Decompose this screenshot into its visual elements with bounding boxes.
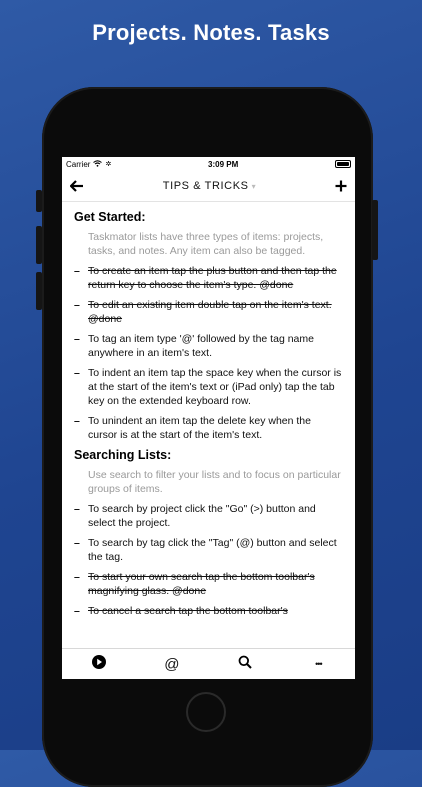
task-text: To search by project click the "Go" (>) …: [88, 503, 316, 529]
task-item[interactable]: – To cancel a search tap the bottom toolb…: [74, 604, 343, 618]
task-dash: –: [74, 503, 80, 515]
project-heading[interactable]: Searching Lists:: [74, 448, 343, 462]
back-arrow-icon[interactable]: [69, 177, 84, 195]
task-dash: –: [74, 571, 80, 583]
status-bar: Carrier ✲ 3:09 PM: [62, 157, 355, 171]
task-text: To create an item tap the plus button an…: [88, 265, 337, 291]
note-item[interactable]: Use search to filter your lists and to f…: [88, 468, 343, 496]
task-text: To start your own search tap the bottom …: [88, 571, 315, 597]
project-heading[interactable]: Get Started:: [74, 210, 343, 224]
task-text: To search by tag click the "Tag" (@) but…: [88, 537, 337, 563]
phone-side-button: [36, 226, 42, 264]
task-item[interactable]: – To create an item tap the plus button a…: [74, 264, 343, 292]
add-item-icon[interactable]: [335, 177, 347, 195]
task-item[interactable]: – To edit an existing item double tap on …: [74, 298, 343, 326]
task-dash: –: [74, 605, 80, 617]
promo-headline: Projects. Notes. Tasks: [92, 20, 330, 45]
tag-button[interactable]: @: [157, 656, 187, 673]
phone-side-button: [36, 272, 42, 310]
chevron-down-icon: ▾: [251, 182, 257, 191]
task-list: Get Started: Taskmator lists have three …: [62, 202, 355, 642]
navigation-bar: TIPS & TRICKS ▾: [62, 171, 355, 202]
task-text: To tag an item type '@' followed by the …: [88, 333, 314, 359]
wifi-icon: [93, 159, 103, 169]
task-dash: –: [74, 537, 80, 549]
task-item[interactable]: – To search by project click the "Go" (>)…: [74, 502, 343, 530]
task-item[interactable]: – To start your own search tap the bottom…: [74, 570, 343, 598]
task-dash: –: [74, 265, 80, 277]
search-icon[interactable]: [230, 655, 260, 673]
nav-title-text: TIPS & TRICKS: [162, 180, 249, 192]
status-time: 3:09 PM: [208, 159, 239, 169]
phone-side-button: [36, 190, 42, 212]
carrier-label: Carrier: [66, 159, 91, 169]
phone-side-button: [372, 200, 378, 260]
note-item[interactable]: Taskmator lists have three types of item…: [88, 230, 343, 258]
task-dash: –: [74, 415, 80, 427]
app-screen: Carrier ✲ 3:09 PM TIPS & TRICKS ▾ Get Sta…: [62, 157, 355, 679]
task-text: To edit an existing item double tap on t…: [88, 299, 332, 325]
nav-title[interactable]: TIPS & TRICKS ▾: [163, 180, 256, 192]
home-button[interactable]: [186, 692, 226, 732]
bottom-toolbar: @ •••: [62, 648, 355, 679]
task-text: To indent an item tap the space key when…: [88, 367, 342, 407]
task-text: To cancel a search tap the bottom toolba…: [88, 605, 288, 617]
task-dash: –: [74, 367, 80, 379]
task-dash: –: [74, 299, 80, 311]
task-item[interactable]: – To unindent an item tap the delete key …: [74, 414, 343, 442]
task-dash: –: [74, 333, 80, 345]
task-item[interactable]: – To indent an item tap the space key whe…: [74, 366, 343, 408]
task-item[interactable]: – To tag an item type '@' followed by the…: [74, 332, 343, 360]
task-item[interactable]: – To search by tag click the "Tag" (@) bu…: [74, 536, 343, 564]
task-text: To unindent an item tap the delete key w…: [88, 415, 311, 441]
go-play-icon[interactable]: [84, 655, 114, 673]
activity-icon: ✲: [105, 161, 112, 168]
more-button[interactable]: •••: [303, 659, 333, 669]
battery-icon: [335, 160, 351, 168]
